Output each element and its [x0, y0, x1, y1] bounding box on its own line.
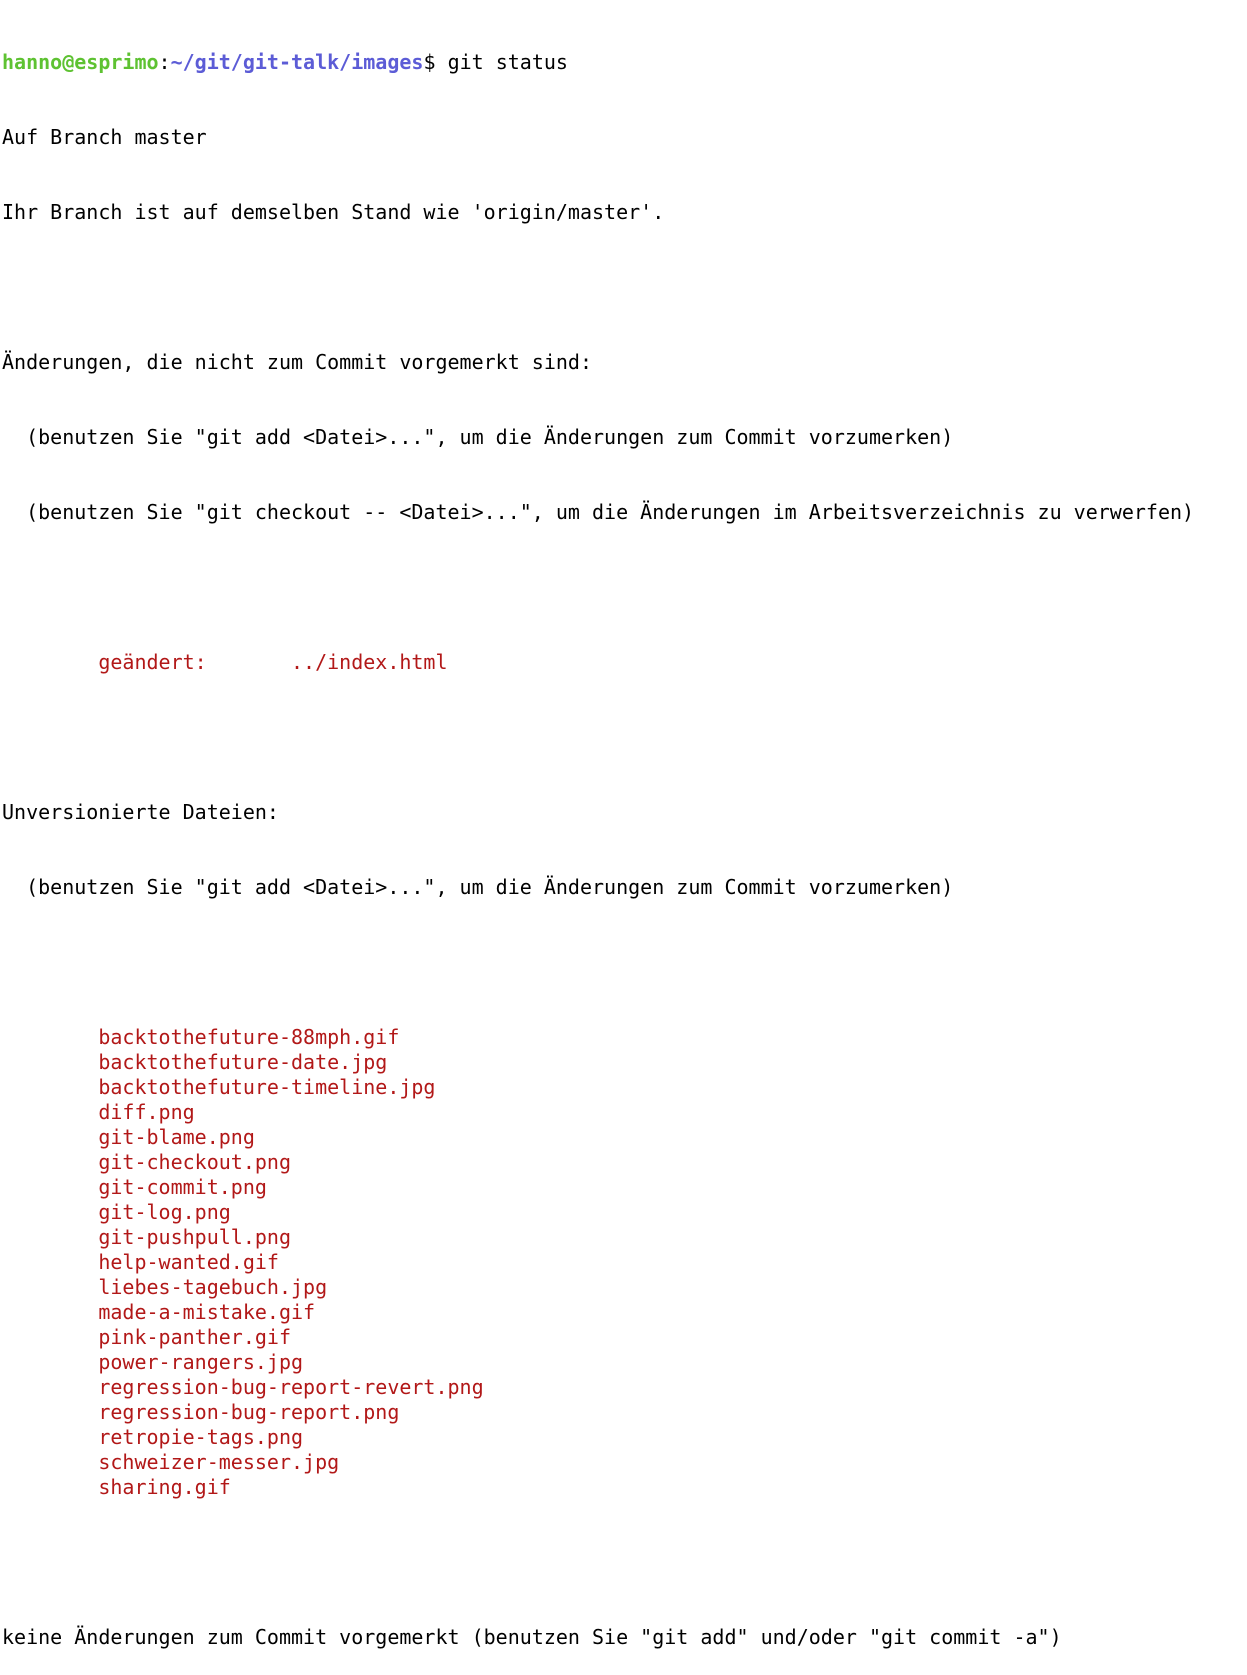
untracked-file: retropie-tags.png: [2, 1425, 304, 1449]
branch-line: Auf Branch master: [2, 125, 207, 149]
untracked-file: git-blame.png: [2, 1125, 255, 1149]
tracking-line: Ihr Branch ist auf demselben Stand wie '…: [2, 200, 665, 224]
untracked-file: backtothefuture-88mph.gif: [2, 1025, 400, 1049]
untracked-file: git-checkout.png: [2, 1150, 291, 1174]
untracked-file: liebes-tagebuch.jpg: [2, 1275, 328, 1299]
prompt-user-host: hanno@esprimo: [2, 50, 159, 74]
untracked-file-list: backtothefuture-88mph.gif backtothefutur…: [2, 1025, 1247, 1500]
not-staged-hint-checkout: (benutzen Sie "git checkout -- <Datei>..…: [2, 500, 1195, 524]
untracked-file: power-rangers.jpg: [2, 1350, 304, 1374]
untracked-file: git-commit.png: [2, 1175, 267, 1199]
untracked-file: git-log.png: [2, 1200, 231, 1224]
not-staged-header: Änderungen, die nicht zum Commit vorgeme…: [2, 350, 593, 374]
prompt-symbol: $: [423, 50, 448, 74]
untracked-file: backtothefuture-date.jpg: [2, 1050, 388, 1074]
untracked-file: help-wanted.gif: [2, 1250, 279, 1274]
untracked-header: Unversionierte Dateien:: [2, 800, 279, 824]
modified-entry: geändert: ../index.html: [2, 650, 448, 674]
prompt-path: ~/git/git-talk/images: [170, 50, 424, 74]
untracked-file: sharing.gif: [2, 1475, 231, 1499]
prompt-separator: :: [158, 50, 171, 74]
untracked-file: regression-bug-report.png: [2, 1400, 400, 1424]
untracked-file: schweizer-messer.jpg: [2, 1450, 340, 1474]
untracked-file: pink-panther.gif: [2, 1325, 291, 1349]
footer-line: keine Änderungen zum Commit vorgemerkt (…: [2, 1625, 1062, 1649]
untracked-file: backtothefuture-timeline.jpg: [2, 1075, 436, 1099]
untracked-hint: (benutzen Sie "git add <Datei>...", um d…: [2, 875, 954, 899]
untracked-file: git-pushpull.png: [2, 1225, 291, 1249]
terminal-window[interactable]: hanno@esprimo:~/git/git-talk/images$ git…: [0, 0, 1247, 1649]
untracked-file: made-a-mistake.gif: [2, 1300, 316, 1324]
not-staged-hint-add: (benutzen Sie "git add <Datei>...", um d…: [2, 425, 954, 449]
untracked-file: regression-bug-report-revert.png: [2, 1375, 484, 1399]
untracked-file: diff.png: [2, 1100, 195, 1124]
prompt-command: git status: [447, 50, 568, 74]
prompt-line: hanno@esprimo:~/git/git-talk/images$ git…: [2, 50, 1247, 75]
